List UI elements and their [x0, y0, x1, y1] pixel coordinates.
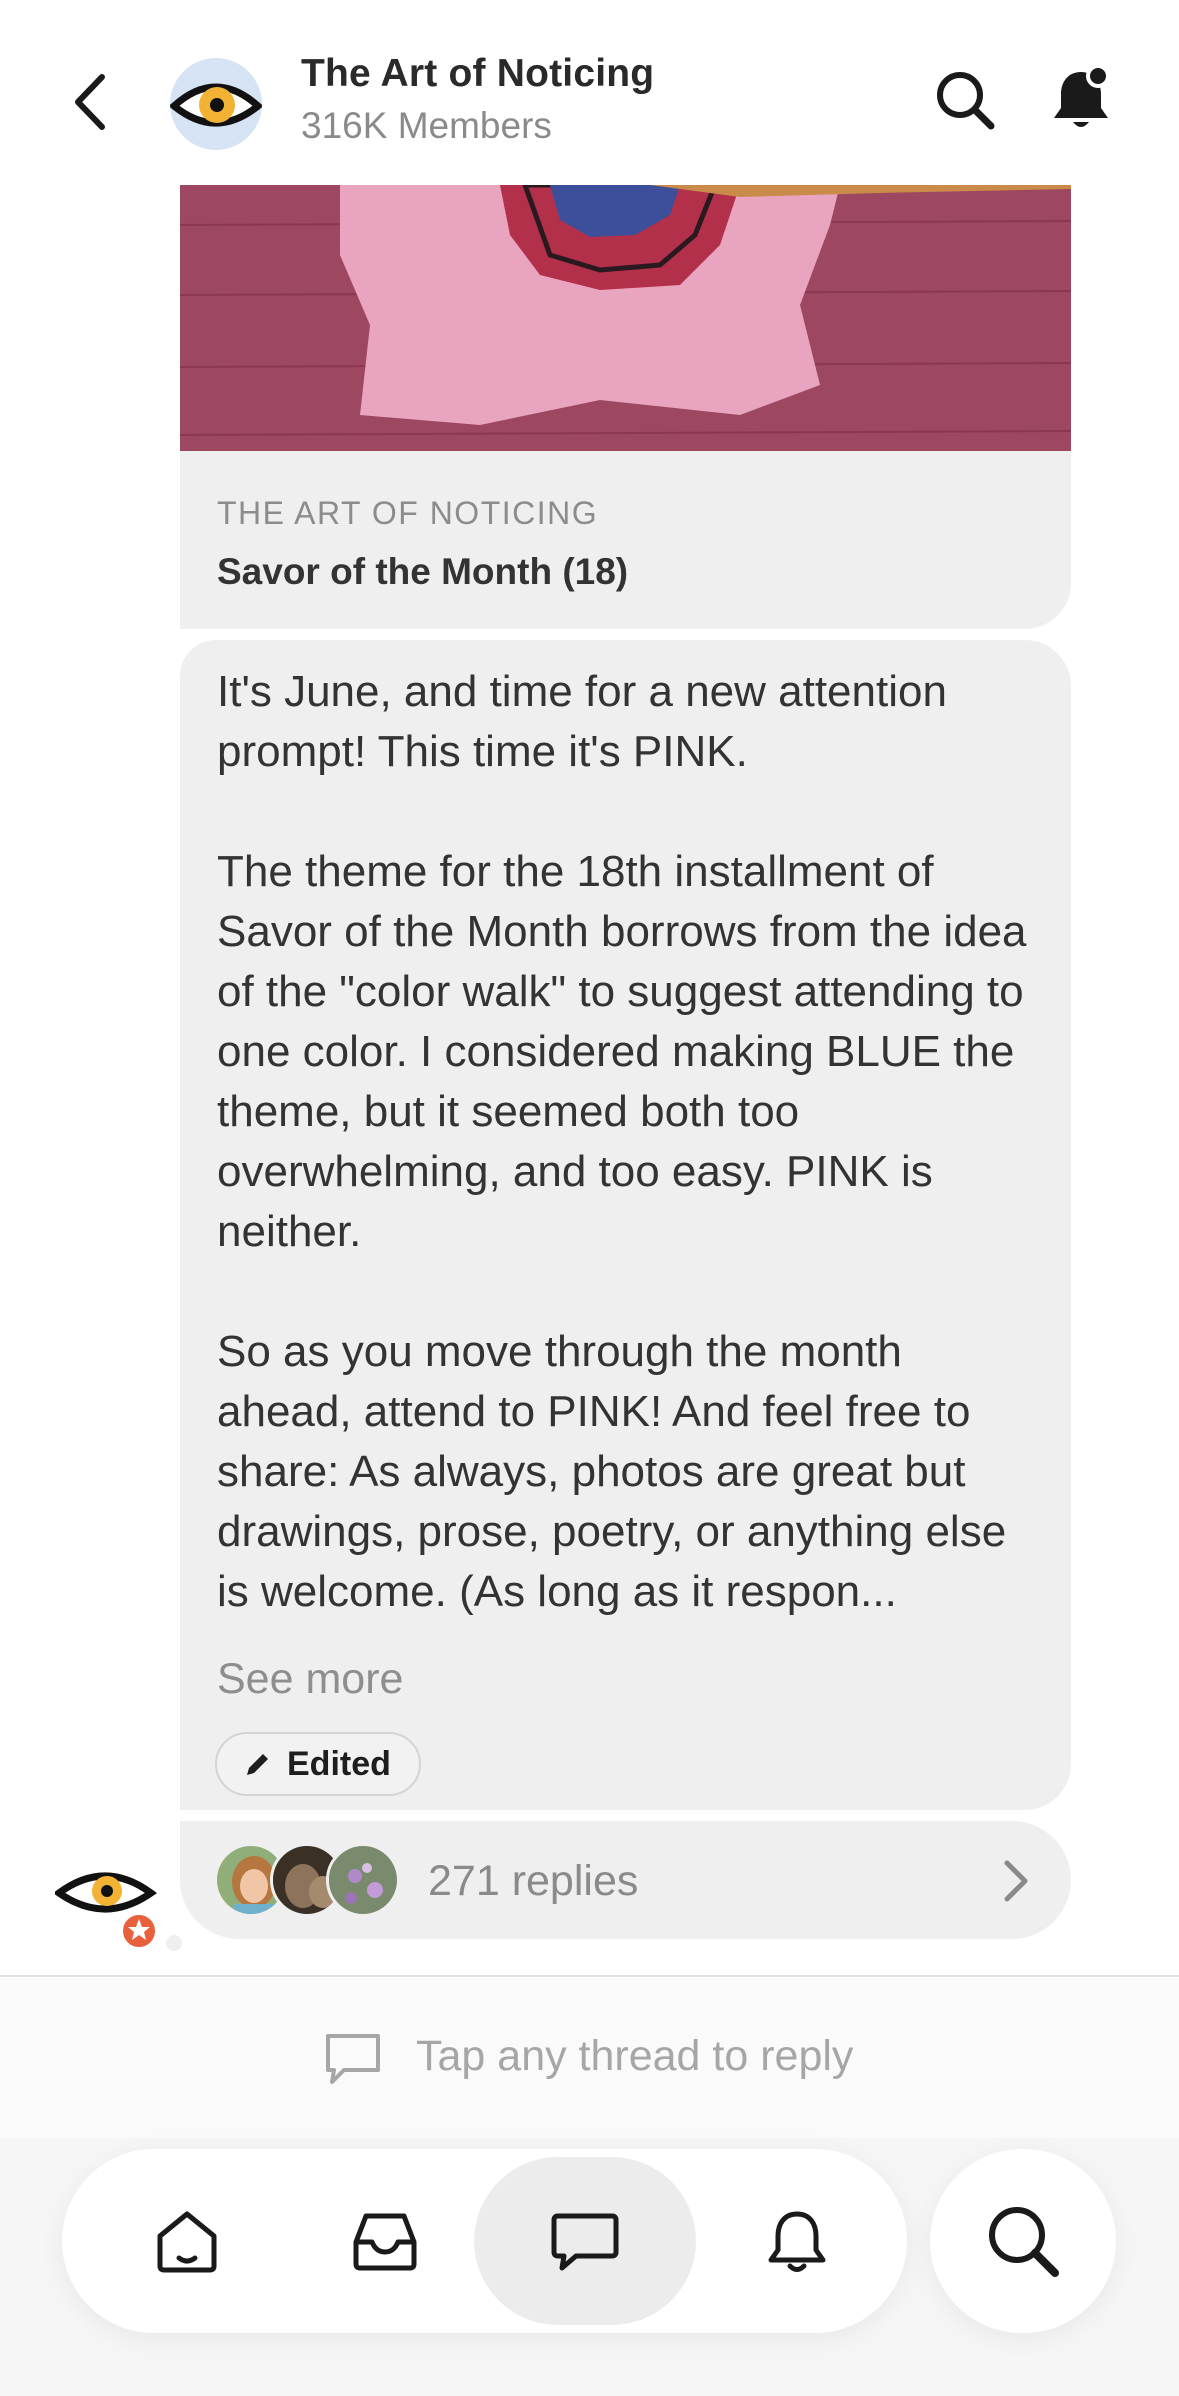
see-more-link[interactable]: See more	[217, 1655, 403, 1704]
search-button[interactable]	[930, 2149, 1116, 2333]
tab-inbox[interactable]	[290, 2149, 480, 2333]
bottom-nav-area	[0, 2138, 1179, 2396]
tab-home[interactable]	[92, 2149, 282, 2333]
eye-logo-icon	[52, 1872, 159, 1951]
message-paragraph: So as you move through the month ahead, …	[217, 1327, 1007, 1616]
group-avatar[interactable]	[170, 58, 262, 150]
reply-avatars	[214, 1843, 414, 1917]
edited-label: Edited	[287, 1744, 391, 1783]
bubble-tail	[166, 1935, 182, 1951]
message-body: It's June, and time for a new attention …	[217, 662, 1047, 1622]
member-count: 316K Members	[301, 105, 552, 146]
chat-header: The Art of Noticing 316K Members	[0, 0, 1179, 185]
chevron-right-icon	[1004, 1860, 1028, 1902]
chevron-left-icon	[75, 74, 105, 130]
link-title: Savor of the Month (18)	[217, 551, 629, 592]
message-paragraph: The theme for the 18th installment of Sa…	[217, 847, 1027, 1256]
tab-bar	[62, 2149, 907, 2333]
replies-count: 271 replies	[428, 1857, 639, 1905]
avatar	[326, 1843, 400, 1917]
bell-badge-icon	[1054, 66, 1110, 127]
message-bubble[interactable]: It's June, and time for a new attention …	[180, 640, 1071, 1810]
post-image[interactable]	[180, 185, 1071, 451]
message-paragraph: It's June, and time for a new attention …	[217, 667, 947, 776]
divider	[0, 1975, 1179, 1977]
replies-bar[interactable]: 271 replies	[180, 1821, 1071, 1939]
author-avatar[interactable]	[52, 1855, 165, 1965]
message-feed[interactable]: THE ART OF NOTICING Savor of the Month (…	[0, 185, 1179, 1975]
reply-hint-text: Tap any thread to reply	[416, 2032, 854, 2080]
header-search-button[interactable]	[930, 65, 1000, 135]
eye-logo-icon	[170, 83, 262, 127]
pencil-icon	[247, 1754, 268, 1775]
back-button[interactable]	[60, 62, 120, 142]
tab-notifications[interactable]	[702, 2149, 892, 2333]
search-icon	[989, 2207, 1059, 2277]
home-icon	[157, 2211, 217, 2273]
inbox-icon	[353, 2213, 417, 2271]
reply-hint-bar: Tap any thread to reply	[0, 1978, 1179, 2138]
bell-icon	[768, 2211, 826, 2272]
search-icon	[937, 72, 995, 130]
chat-icon	[551, 2213, 619, 2271]
pink-eye-artwork	[180, 185, 1071, 451]
comment-icon	[326, 2034, 380, 2084]
link-preview-card[interactable]: THE ART OF NOTICING Savor of the Month (…	[180, 451, 1071, 629]
group-title[interactable]: The Art of Noticing	[301, 52, 654, 96]
link-source: THE ART OF NOTICING	[217, 495, 599, 531]
edited-badge[interactable]: Edited	[215, 1732, 421, 1796]
tab-chats[interactable]	[474, 2149, 696, 2333]
header-notifications-button[interactable]	[1045, 63, 1117, 135]
